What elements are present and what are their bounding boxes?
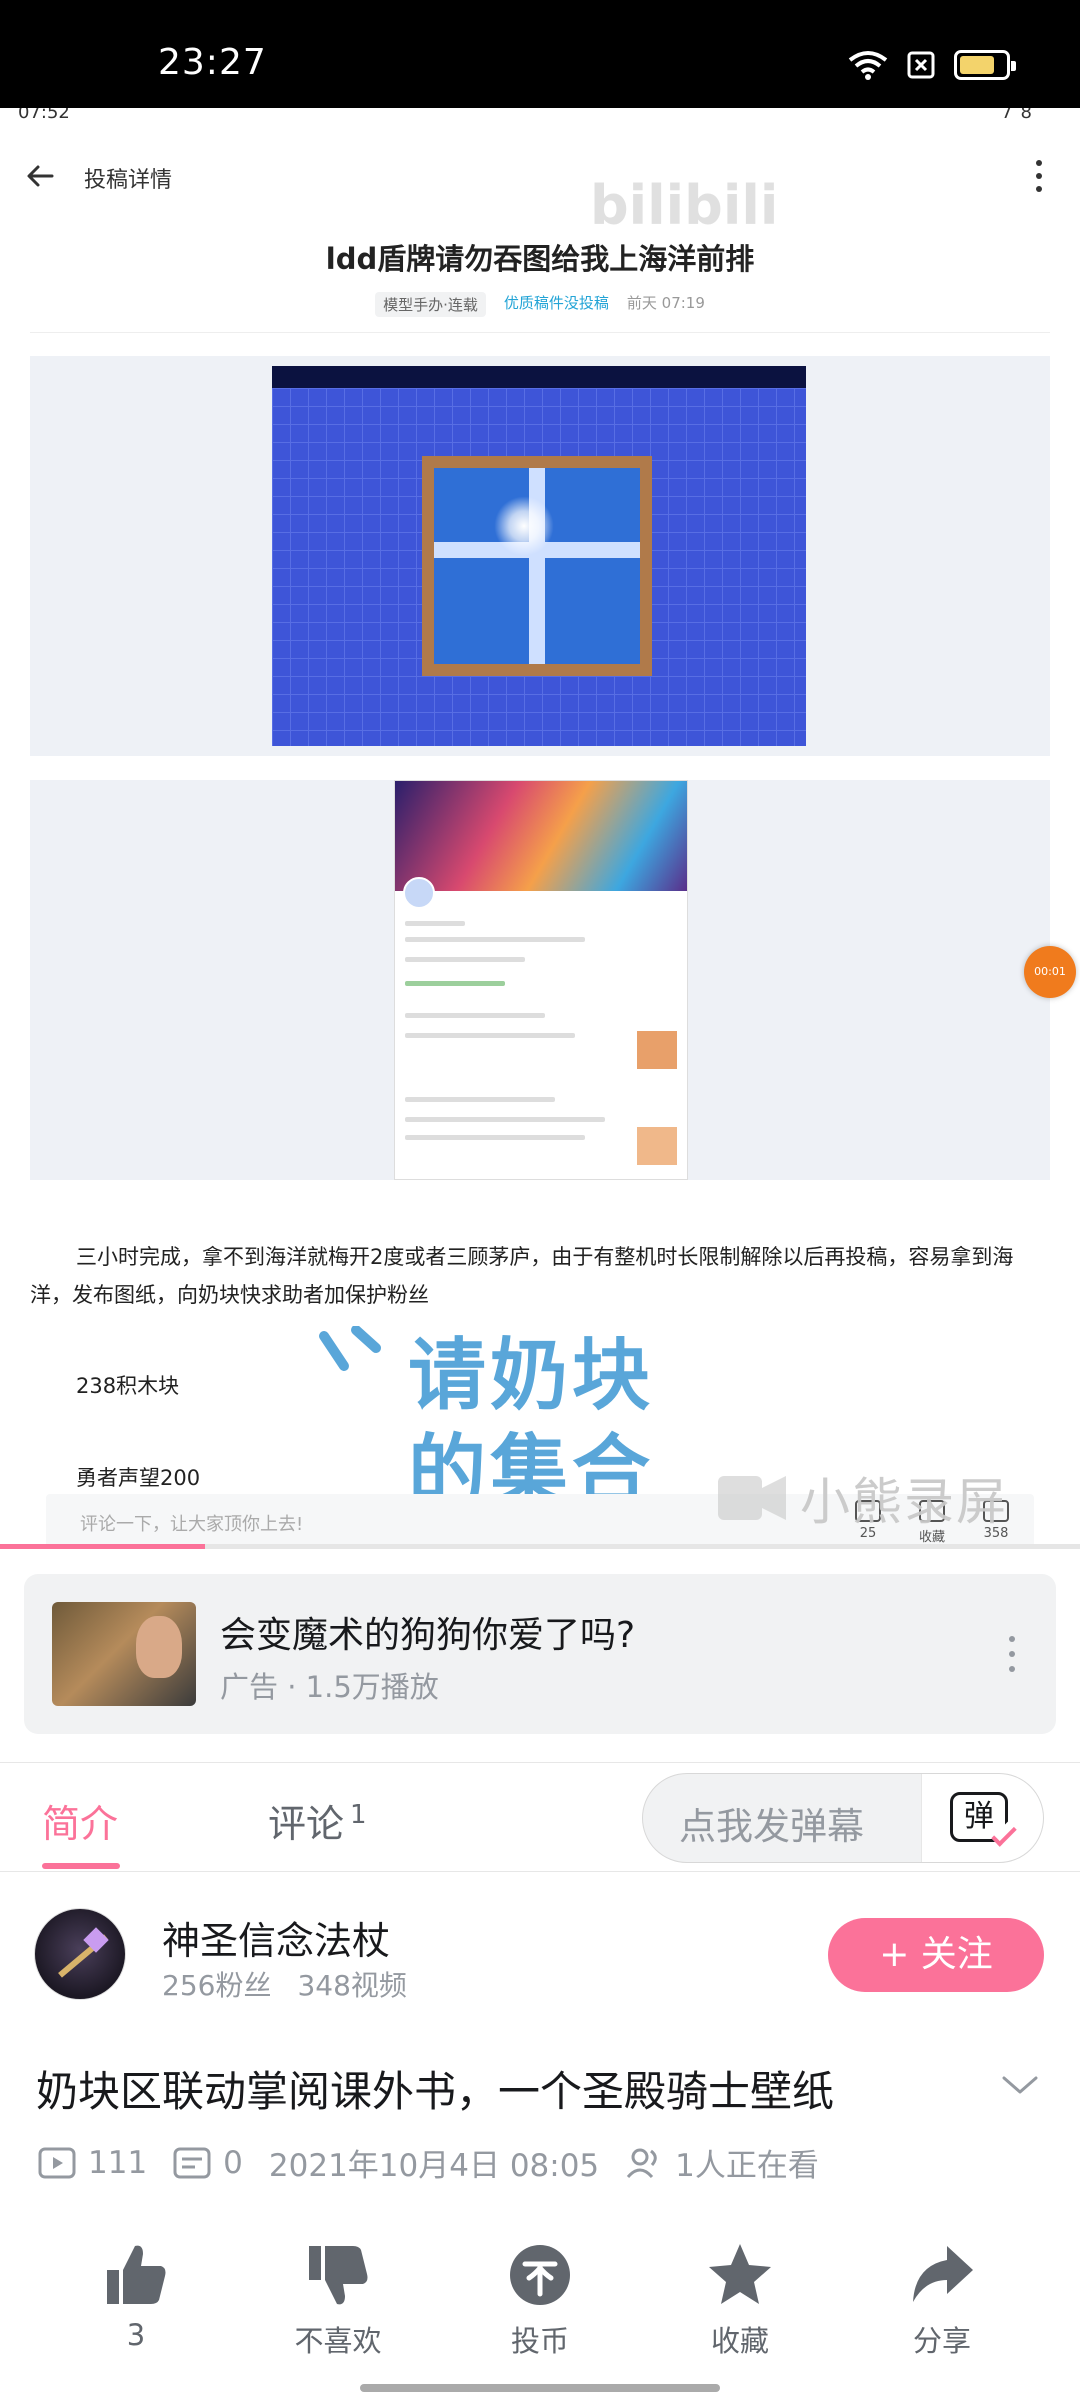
star-icon — [709, 2244, 771, 2304]
home-indicator[interactable] — [360, 2384, 720, 2392]
shield-model-photo — [272, 366, 806, 746]
coin-button[interactable]: 投币 — [480, 2240, 600, 2360]
video-progress-bar[interactable] — [0, 1544, 1080, 1549]
danmaku-placeholder: 点我发弹幕 — [679, 1805, 864, 1848]
video-progress-fill — [0, 1544, 206, 1549]
tab-comments[interactable]: 评论 1 — [268, 1793, 367, 1848]
coin-icon — [510, 2245, 570, 2305]
uploader-stats: 256粉丝 348视频 — [162, 1964, 407, 2004]
tab-comments-label: 评论 — [268, 1802, 345, 1846]
coin-label: 投币 — [510, 2324, 569, 2358]
video-text-overlay: 请奶块 的集合 — [408, 1328, 654, 1520]
tab-intro[interactable]: 简介 — [42, 1793, 118, 1848]
article-image-shield — [30, 356, 1050, 756]
article-activity-link: 优质稿件没投稿 — [503, 294, 609, 312]
danmaku-toggle-button[interactable]: 弹 — [921, 1774, 1043, 1862]
uploader-fans: 256粉丝 — [162, 1969, 272, 2002]
inner-status-time: 07:52 — [18, 108, 70, 123]
bilibili-watermark: bilibili — [590, 174, 779, 237]
video-player[interactable]: 07:52 78 投稿详情 bilibili ldd盾牌请勿吞图给我上海洋前排 … — [0, 108, 1080, 1548]
watching-now: 1人正在看 — [675, 2148, 819, 2184]
profile-screenshot — [394, 780, 688, 1180]
danmaku-count-icon — [173, 2147, 211, 2178]
dislike-label: 不喜欢 — [294, 2324, 382, 2358]
recorder-watermark: 小熊录屏 — [800, 1473, 1008, 1531]
more-vertical-icon — [1036, 160, 1042, 192]
share-label: 分享 — [912, 2324, 971, 2358]
uploader-avatar[interactable] — [34, 1908, 126, 2000]
battery-icon — [954, 50, 1016, 80]
favorite-button[interactable]: 收藏 — [680, 2240, 800, 2360]
article-time: 前天 07:19 — [626, 294, 705, 312]
shield-model — [422, 456, 652, 676]
viewers-icon — [627, 2148, 657, 2178]
article-meta: 模型手办·连载 优质稿件没投稿 前天 07:19 — [0, 292, 1080, 317]
wifi-icon — [848, 51, 888, 80]
video-action-bar: 3 不喜欢 投币 收藏 分享 — [0, 2240, 1080, 2360]
inner-status-battery: 78 — [1001, 108, 1040, 123]
chevron-down-icon[interactable] — [1000, 2070, 1040, 2100]
favorite-label: 收藏 — [710, 2324, 769, 2358]
follow-button[interactable]: + 关注 — [828, 1918, 1044, 1992]
danmaku-count: 0 — [223, 2144, 243, 2181]
article-category-tag: 模型手办·连载 — [375, 292, 486, 317]
inner-page-header: 投稿详情 bilibili — [0, 138, 1080, 237]
article-line-reputation: 勇者声望200 — [76, 1466, 201, 1490]
article-image-profile-screenshot — [30, 780, 1050, 1180]
like-count: 3 — [126, 2318, 146, 2352]
detail-tabbar: 简介 评论 1 点我发弹幕 弹 — [0, 1762, 1080, 1872]
thumbs-down-icon — [309, 2246, 368, 2305]
video-title[interactable]: 奶块区联动掌阅课外书，一个圣殿骑士壁纸 — [36, 2058, 956, 2119]
danmaku-input[interactable]: 点我发弹幕 弹 — [642, 1773, 1044, 1863]
dislike-button[interactable]: 不喜欢 — [278, 2240, 398, 2360]
thumbs-up-icon — [107, 2245, 166, 2304]
video-meta: 111 0 2021年10月4日 08:05 1人正在看 — [38, 2140, 819, 2185]
ad-card[interactable]: 会变魔术的狗狗你爱了吗? 广告 · 1.5万播放 — [24, 1574, 1056, 1734]
publish-date: 2021年10月4日 08:05 — [268, 2148, 600, 2184]
ad-thumbnail — [52, 1602, 196, 1706]
status-bar: 23:27 — [0, 0, 1080, 108]
tab-comments-count: 1 — [350, 1800, 367, 1831]
article-title: ldd盾牌请勿吞图给我上海洋前排 — [325, 242, 755, 276]
like-button[interactable]: 3 — [76, 2240, 196, 2352]
ad-title: 会变魔术的狗狗你爱了吗? — [220, 1615, 636, 1656]
article-comment-input: 评论一下，让大家顶你上去! — [80, 1514, 304, 1535]
article-paragraph: 三小时完成，拿不到海洋就梅开2度或者三顾茅庐，由于有整机时长限制解除以后再投稿，… — [30, 1245, 1014, 1307]
uploader-name[interactable]: 神圣信念法杖 — [162, 1910, 390, 1965]
divider — [30, 332, 1050, 333]
inner-status-bar: 07:52 78 — [0, 108, 1080, 123]
article-line-blocks: 238积木块 — [76, 1374, 180, 1398]
tab-active-indicator — [42, 1863, 120, 1869]
ad-subtitle: 广告 · 1.5万播放 — [220, 1670, 439, 1704]
ad-more-icon[interactable] — [1008, 1634, 1016, 1674]
share-icon — [913, 2246, 973, 2302]
share-button[interactable]: 分享 — [882, 2240, 1002, 2360]
recorder-logo-icon — [718, 1476, 786, 1520]
watermark-stroke-decoration — [319, 1326, 381, 1371]
status-icons — [848, 50, 1016, 80]
inner-page-title: 投稿详情 — [84, 168, 173, 193]
back-arrow-icon — [27, 165, 54, 187]
floating-record-timer[interactable]: 00:01 — [1024, 946, 1076, 998]
overlay-line-1: 请奶块 — [408, 1331, 655, 1421]
uploader-videos: 348视频 — [297, 1969, 407, 2002]
no-sim-icon — [907, 51, 935, 79]
status-time: 23:27 — [158, 42, 267, 83]
play-count-icon — [38, 2147, 76, 2178]
view-count: 111 — [88, 2144, 148, 2181]
